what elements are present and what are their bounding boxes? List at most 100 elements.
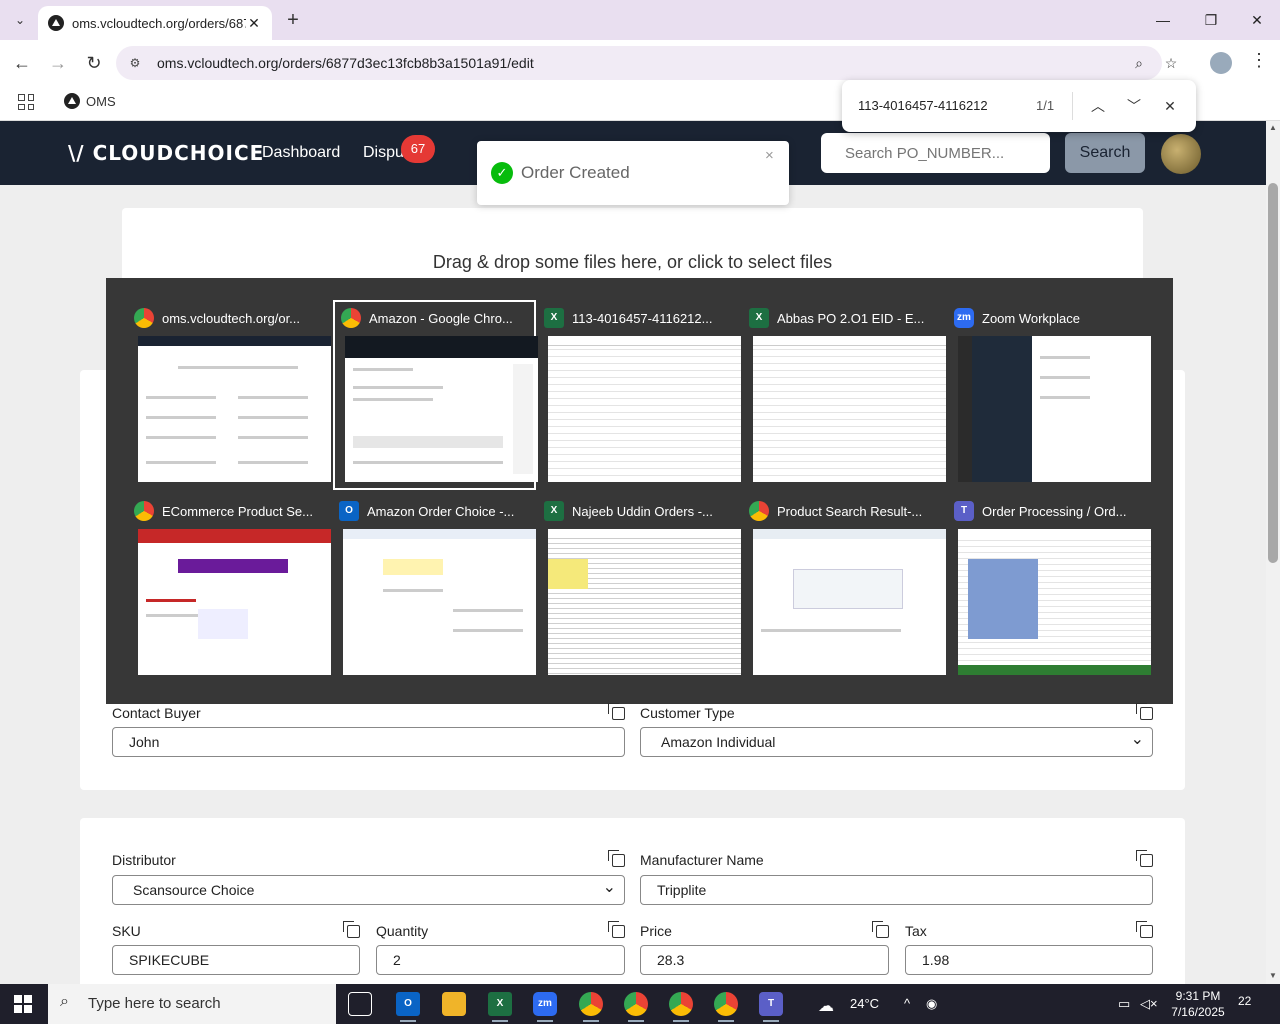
address-bar[interactable]: ⚙ oms.vcloudtech.org/orders/6877d3ec13fc… bbox=[116, 46, 1177, 80]
browser-tab[interactable]: oms.vcloudtech.org/orders/687 ✕ bbox=[38, 6, 272, 40]
chrome-icon bbox=[341, 308, 361, 328]
manufacturer-input[interactable]: Tripplite bbox=[640, 875, 1153, 905]
find-icon[interactable]: ⌕ bbox=[1128, 52, 1150, 74]
price-label: Price bbox=[640, 923, 672, 939]
chrome-profile-taskbar-icon[interactable] bbox=[624, 992, 648, 1022]
distributor-label: Distributor bbox=[112, 852, 176, 868]
teams-icon: T bbox=[954, 501, 974, 521]
distributor-select[interactable]: Scansource Choice bbox=[112, 875, 625, 905]
browser-menu-icon[interactable]: ⋮ bbox=[1250, 50, 1268, 71]
contact-buyer-input[interactable]: John bbox=[112, 727, 625, 757]
outlook-taskbar-icon[interactable]: O bbox=[396, 992, 420, 1022]
switcher-window[interactable]: Product Search Result-... bbox=[743, 495, 946, 685]
reload-icon[interactable]: ↻ bbox=[81, 50, 107, 76]
window-switcher: oms.vcloudtech.org/or... Amazon - Google… bbox=[106, 278, 1173, 704]
weather-icon[interactable]: ☁ bbox=[818, 996, 834, 1016]
window-thumbnail bbox=[345, 336, 538, 482]
tax-label: Tax bbox=[905, 923, 927, 939]
profile-icon[interactable] bbox=[1210, 52, 1232, 74]
window-title: ECommerce Product Se... bbox=[162, 503, 313, 519]
scroll-up-icon[interactable]: ▲ bbox=[1266, 123, 1280, 132]
network-icon[interactable]: ▭ bbox=[1118, 996, 1130, 1012]
tab-close-icon[interactable]: ✕ bbox=[246, 15, 262, 32]
switcher-window[interactable]: X Abbas PO 2.O1 EID - E... bbox=[743, 302, 946, 492]
switcher-window[interactable]: O Amazon Order Choice -... bbox=[333, 495, 536, 685]
teams-taskbar-icon[interactable]: T bbox=[759, 992, 783, 1022]
taskbar-clock[interactable]: 9:31 PM 7/16/2025 bbox=[1168, 988, 1228, 1020]
find-input[interactable]: 113-4016457-4116212 bbox=[858, 98, 988, 113]
tray-apps-icon[interactable]: ◉ bbox=[926, 996, 942, 1012]
toast-close-icon[interactable]: × bbox=[765, 147, 774, 164]
tab-search-icon[interactable]: ⌄ bbox=[8, 8, 32, 32]
tray-overflow-icon[interactable]: ^ bbox=[904, 996, 910, 1011]
restore-icon[interactable]: ❐ bbox=[1188, 6, 1234, 34]
find-bar: 113-4016457-4116212 1/1 ︿ ﹀ ✕ bbox=[842, 80, 1196, 132]
customer-type-select[interactable]: Amazon Individual bbox=[640, 727, 1153, 757]
bookmark-oms[interactable]: OMS bbox=[64, 93, 116, 109]
window-title: Product Search Result-... bbox=[777, 503, 923, 519]
site-info-icon[interactable]: ⚙ bbox=[126, 54, 144, 72]
find-divider bbox=[1072, 92, 1073, 120]
minimize-icon[interactable]: — bbox=[1140, 6, 1186, 34]
sku-input[interactable]: SPIKECUBE bbox=[112, 945, 360, 975]
copy-icon[interactable] bbox=[1136, 850, 1153, 867]
url-text: oms.vcloudtech.org/orders/6877d3ec13fcb8… bbox=[157, 55, 534, 71]
window-title: Najeeb Uddin Orders -... bbox=[572, 503, 713, 519]
task-view-icon[interactable] bbox=[348, 992, 372, 1016]
outlook-icon: O bbox=[339, 501, 359, 521]
switcher-window[interactable]: zm Zoom Workplace bbox=[948, 302, 1151, 492]
window-close-icon[interactable]: ✕ bbox=[1234, 6, 1280, 34]
weather-temp[interactable]: 24°C bbox=[850, 996, 879, 1011]
new-tab-icon[interactable]: + bbox=[282, 8, 304, 32]
scrollbar-thumb[interactable] bbox=[1268, 183, 1278, 563]
chrome-icon bbox=[134, 501, 154, 521]
copy-icon[interactable] bbox=[1136, 921, 1153, 938]
find-count: 1/1 bbox=[1036, 98, 1055, 113]
taskbar-search[interactable]: ⌕ Type here to search bbox=[48, 984, 336, 1024]
nav-dashboard[interactable]: Dashboard bbox=[262, 144, 340, 162]
clock-date: 7/16/2025 bbox=[1171, 1005, 1225, 1019]
switcher-window[interactable]: ECommerce Product Se... bbox=[128, 495, 331, 685]
tax-input[interactable]: 1.98 bbox=[905, 945, 1153, 975]
volume-icon[interactable]: ◁× bbox=[1140, 996, 1158, 1012]
notification-count[interactable]: 22 bbox=[1238, 994, 1251, 1008]
file-explorer-icon[interactable] bbox=[442, 992, 466, 1016]
find-close-icon[interactable]: ✕ bbox=[1158, 94, 1182, 118]
switcher-window-selected[interactable]: Amazon - Google Chro... bbox=[333, 300, 538, 490]
copy-icon[interactable] bbox=[608, 850, 625, 867]
cloudchoice-logo[interactable]: \/ CLOUDCHOICE bbox=[68, 141, 264, 165]
po-search-input[interactable] bbox=[821, 133, 1050, 173]
user-avatar[interactable] bbox=[1161, 134, 1201, 174]
switcher-window[interactable]: X Najeeb Uddin Orders -... bbox=[538, 495, 741, 685]
window-title: Amazon Order Choice -... bbox=[367, 503, 515, 519]
chrome-icon bbox=[134, 308, 154, 328]
copy-icon[interactable] bbox=[608, 921, 625, 938]
window-thumbnail bbox=[548, 336, 741, 482]
price-input[interactable]: 28.3 bbox=[640, 945, 889, 975]
zoom-taskbar-icon[interactable]: zm bbox=[533, 992, 557, 1022]
excel-taskbar-icon[interactable]: X bbox=[488, 992, 512, 1022]
back-icon[interactable]: ← bbox=[9, 50, 35, 76]
nav-disputes[interactable]: Dispu bbox=[363, 144, 404, 162]
switcher-window[interactable]: T Order Processing / Ord... bbox=[948, 495, 1151, 685]
chrome-taskbar-icon[interactable] bbox=[579, 992, 603, 1022]
start-windows-icon[interactable] bbox=[14, 995, 32, 1013]
quantity-input[interactable]: 2 bbox=[376, 945, 625, 975]
copy-icon[interactable] bbox=[608, 703, 625, 720]
copy-icon[interactable] bbox=[343, 921, 360, 938]
forward-icon[interactable]: → bbox=[45, 50, 71, 76]
copy-icon[interactable] bbox=[1136, 703, 1153, 720]
scroll-down-icon[interactable]: ▼ bbox=[1266, 971, 1280, 980]
find-previous-icon[interactable]: ︿ bbox=[1086, 94, 1110, 118]
copy-icon[interactable] bbox=[872, 921, 889, 938]
find-next-icon[interactable]: ﹀ bbox=[1122, 94, 1146, 118]
search-button[interactable]: Search bbox=[1065, 133, 1145, 173]
apps-grid-icon[interactable] bbox=[18, 94, 34, 110]
excel-icon: X bbox=[544, 308, 564, 328]
chrome-profile-taskbar-icon[interactable] bbox=[669, 992, 693, 1022]
chrome-profile-taskbar-icon[interactable] bbox=[714, 992, 738, 1022]
bookmark-star-icon[interactable]: ☆ bbox=[1160, 52, 1182, 74]
switcher-window[interactable]: oms.vcloudtech.org/or... bbox=[128, 302, 331, 492]
switcher-window[interactable]: X 113-4016457-4116212... bbox=[538, 302, 741, 492]
page-scrollbar[interactable]: ▲ ▼ bbox=[1266, 121, 1280, 984]
